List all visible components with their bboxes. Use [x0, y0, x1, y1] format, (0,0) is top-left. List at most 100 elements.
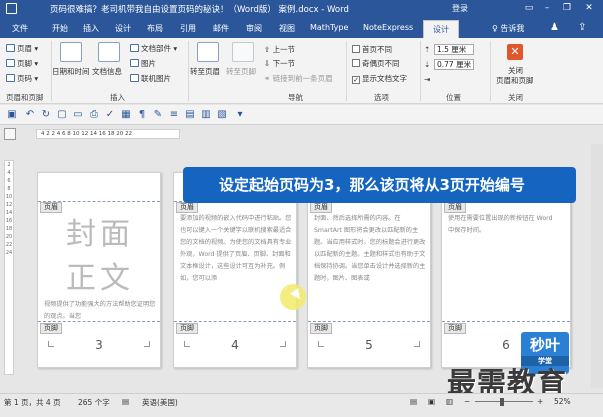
document-parts-label: 文档部件 [141, 44, 171, 53]
next-section-button[interactable]: ⇩ 下一节 [264, 58, 295, 69]
tab-mathtype[interactable]: MathType [310, 23, 348, 32]
share-icon[interactable]: ⇪ [578, 22, 586, 33]
online-picture-icon [130, 74, 139, 82]
online-picture-button[interactable]: 联机图片 [130, 73, 171, 84]
tab-mailings[interactable]: 邮件 [213, 23, 229, 34]
arrow-up-icon: ⇧ [264, 45, 273, 54]
read-mode-icon[interactable]: ▤ [410, 397, 417, 406]
document-info-icon[interactable] [98, 42, 120, 62]
group-label-navigation: 导航 [288, 93, 303, 102]
header-tag: 页眉 [444, 202, 466, 213]
footer-bottom-spinner[interactable]: 0.77 厘米 [434, 59, 474, 70]
tab-references[interactable]: 引用 [180, 23, 196, 34]
vertical-scrollbar[interactable] [591, 144, 603, 388]
word-window: 页码很难搞？老司机带我自由设置页码的秘诀！（Word版） 案例.docx - W… [0, 0, 603, 417]
footer-tag: 页脚 [40, 323, 62, 334]
margin-corner-mark [318, 341, 324, 347]
tab-insert[interactable]: 插入 [83, 23, 99, 34]
link-to-previous-button[interactable]: ⚭ 链接到前一条页眉 [264, 73, 333, 84]
language-indicator[interactable]: 英语(美国) [142, 397, 178, 408]
table-icon[interactable]: ▦ [120, 108, 132, 121]
redo-icon[interactable]: ↻ [40, 108, 52, 121]
group-label-position: 位置 [446, 93, 461, 102]
different-odd-even-checkbox[interactable]: 奇偶页不同 [352, 58, 400, 69]
tab-layout[interactable]: 布局 [147, 23, 163, 34]
tab-design[interactable]: 设计 [115, 23, 131, 34]
web-layout-icon[interactable]: ▥ [446, 397, 453, 406]
align-icon[interactable]: ≡ [168, 108, 180, 121]
save-icon[interactable] [6, 3, 17, 14]
tab-file[interactable]: 文件 [12, 23, 28, 34]
border-icon[interactable]: ▥ [200, 108, 212, 121]
word-count[interactable]: 265 个字 [78, 397, 110, 408]
minimize-icon[interactable]: – [540, 2, 554, 15]
spelling-icon[interactable]: ✓ [104, 108, 116, 121]
goto-header-icon[interactable] [197, 42, 219, 62]
tab-selector[interactable] [4, 128, 16, 140]
goto-header-button[interactable]: 转至页眉 [190, 66, 220, 77]
header-icon [6, 44, 15, 52]
picture-label: 图片 [141, 59, 156, 68]
page-body-text: 要添加的视频的嵌入代码中进行粘贴。您也可以键入一个关键字以联机搜索最适合您的文档… [180, 215, 292, 282]
vertical-ruler[interactable]: 2 4 6 8 10 12 14 16 18 20 22 24 [4, 160, 14, 375]
customize-qat-icon[interactable]: ▾ [234, 108, 246, 121]
tab-review[interactable]: 审阅 [246, 23, 262, 34]
page-body-text: 使用在需要位置出现的新按钮在 Word 中保存时间。 [448, 215, 553, 234]
zoom-level[interactable]: 52% [554, 397, 571, 406]
close-header-footer-label2[interactable]: 页眉和页脚 [496, 75, 534, 86]
ribbon-display-icon[interactable]: ▭ [522, 2, 536, 15]
header-button[interactable]: 页眉 ▾ [6, 43, 38, 54]
highlight-icon[interactable]: ▤ [184, 108, 196, 121]
undo-icon[interactable]: ↶ [24, 108, 36, 121]
zoom-in-icon[interactable]: + [537, 397, 543, 406]
new-document-icon[interactable]: ▢ [56, 108, 68, 121]
date-time-button[interactable]: 日期和时间 [52, 66, 90, 77]
page-number-icon [6, 74, 15, 82]
different-odd-even-label: 奇偶页不同 [362, 59, 400, 68]
open-icon[interactable]: ▭ [72, 108, 84, 121]
zoom-slider-thumb[interactable] [500, 398, 504, 406]
login-button[interactable]: 登录 [452, 3, 468, 14]
tab-noteexpress[interactable]: NoteExpress [363, 23, 413, 32]
paragraph-icon[interactable]: ¶ [136, 108, 148, 121]
page-count[interactable]: 第 1 页，共 4 页 [4, 397, 61, 408]
print-layout-icon[interactable]: ▣ [428, 397, 435, 406]
goto-footer-icon[interactable] [232, 42, 254, 62]
link-to-previous-label: 链接到前一条页眉 [272, 74, 333, 83]
tab-view[interactable]: 视图 [279, 23, 295, 34]
print-preview-icon[interactable]: ⎙ [88, 108, 100, 121]
previous-section-button[interactable]: ⇧ 上一节 [264, 44, 295, 55]
window-title: 页码很难搞？老司机带我自由设置页码的秘诀！（Word版） 案例.docx - W… [50, 5, 349, 15]
alignment-tab-icon[interactable]: ⇥ [424, 75, 430, 84]
zoom-out-icon[interactable]: − [464, 397, 470, 406]
show-document-text-checkbox[interactable]: ✓ 显示文档文字 [352, 73, 407, 84]
picture-button[interactable]: 图片 [130, 58, 156, 69]
proofing-icon[interactable]: ▤ [122, 397, 129, 406]
group-label-options: 选项 [374, 93, 389, 102]
save-icon[interactable]: ▣ [6, 108, 18, 121]
tab-home[interactable]: 开始 [52, 23, 68, 34]
format-painter-icon[interactable]: ✎ [152, 108, 164, 121]
different-first-page-checkbox[interactable]: 首页不同 [352, 44, 392, 55]
ruler-scale[interactable]: 4 2 2 4 6 8 10 12 14 16 18 20 22 [36, 129, 180, 139]
calendar-icon[interactable] [60, 42, 82, 62]
page-number: 5 [365, 338, 373, 352]
close-header-footer-icon[interactable]: ✕ [507, 44, 523, 60]
close-icon[interactable]: ✕ [582, 2, 596, 15]
goto-footer-button[interactable]: 转至页脚 [226, 66, 256, 77]
restore-icon[interactable]: ❐ [560, 2, 574, 15]
page-number-button[interactable]: 页码 ▾ [6, 73, 38, 84]
document-info-button[interactable]: 文档信息 [92, 66, 122, 77]
zoom-slider[interactable] [475, 401, 533, 402]
footer-button[interactable]: 页脚 ▾ [6, 58, 38, 69]
columns-icon[interactable]: ▧ [216, 108, 228, 121]
header-top-spinner[interactable]: 1.5 厘米 [434, 44, 474, 55]
document-parts-button[interactable]: 文档部件 ▾ [130, 43, 177, 54]
quick-access-toolbar: ▣ ↶ ↻ ▢ ▭ ⎙ ✓ ▦ ¶ ✎ ≡ ▤ ▥ ▧ ▾ [0, 105, 603, 125]
document-page[interactable]: 页眉 封面 正文 视频提供了功能强大的方法帮助您证明您的观点。当您 页脚 3 [37, 172, 161, 368]
tab-header-footer-design[interactable]: 设计 [423, 20, 459, 38]
tell-me-search[interactable]: ♀ 告诉我 [492, 23, 524, 34]
page-number-label: 页码 [17, 74, 32, 83]
footer-position-icon: ⇣ [424, 60, 431, 69]
user-icon[interactable]: ♟ [550, 22, 559, 33]
